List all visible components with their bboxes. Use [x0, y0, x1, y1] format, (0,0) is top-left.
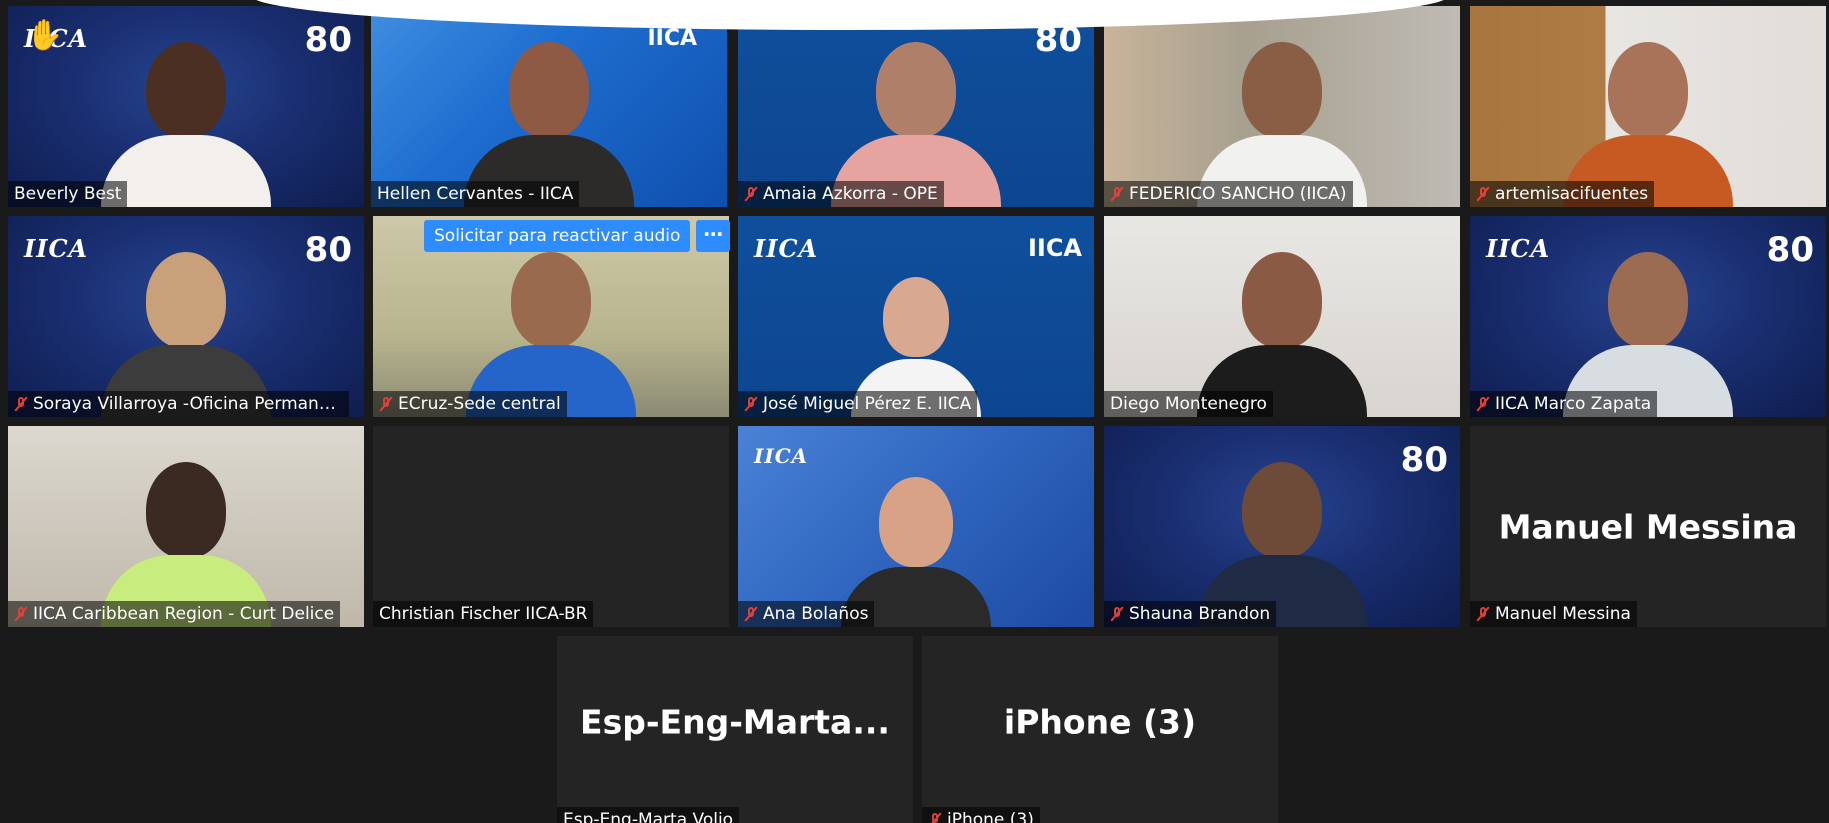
video-tile-amaia-azkorra[interactable]: 80 Amaia Azkorra - OPE [738, 6, 1094, 207]
more-options-button[interactable]: ⋯ [696, 220, 731, 252]
participant-name: Soraya Villarroya -Oficina Permanente pa… [33, 394, 343, 414]
participant-name-label: Shauna Brandon [1104, 601, 1277, 627]
participant-name-label: Christian Fischer IICA-BR [373, 601, 594, 627]
video-tile-beverly-best[interactable]: IICA 80 ✋ Beverly Best [8, 6, 364, 207]
80-anniversary-logo: 80 [1766, 230, 1814, 270]
participant-name-label: Beverly Best [8, 181, 128, 207]
participant-name: Esp-Eng-Marta Volio [563, 810, 734, 823]
video-tile-marco-zapata[interactable]: IICA 80 IICA Marco Zapata [1470, 216, 1826, 417]
participant-name: iPhone (3) [947, 810, 1034, 823]
video-tile-curt-delice[interactable]: IICA Caribbean Region - Curt Delice [8, 426, 364, 627]
participant-name-label: Amaia Azkorra - OPE [738, 181, 944, 207]
80-anniversary-logo: 80 [304, 20, 352, 60]
participant-name: Ana Bolaños [763, 604, 869, 624]
participant-name-label: Ana Bolaños [738, 601, 875, 627]
iica-logo: IICA [647, 26, 697, 51]
muted-microphone-icon [379, 396, 393, 412]
participant-name-label: ECruz-Sede central [373, 391, 567, 417]
participant-name: artemisacifuentes [1495, 184, 1649, 204]
muted-microphone-icon [1110, 186, 1124, 202]
participant-name-label: Soraya Villarroya -Oficina Permanente pa… [8, 391, 349, 417]
video-tile-ana-bolanos[interactable]: IICA Ana Bolaños [738, 426, 1094, 627]
participant-display-name: Manuel Messina [1498, 507, 1798, 546]
camera-off-background [373, 426, 729, 627]
iica-logo: IICA [24, 234, 89, 263]
participant-name: FEDERICO SANCHO (IICA) [1129, 184, 1347, 204]
muted-microphone-icon [1110, 606, 1124, 622]
video-tile-diego-montenegro[interactable]: Diego Montenegro [1104, 216, 1460, 417]
participant-name: Hellen Cervantes - IICA [377, 184, 574, 204]
video-tile-christian-fischer[interactable]: Christian Fischer IICA-BR [373, 426, 729, 627]
participant-name: Manuel Messina [1495, 604, 1631, 624]
participant-name-label: IICA Caribbean Region - Curt Delice [8, 601, 341, 627]
participant-name-label: FEDERICO SANCHO (IICA) [1104, 181, 1353, 207]
participant-name: Diego Montenegro [1110, 394, 1267, 414]
video-tile-iphone-3[interactable]: iPhone (3) iPhone (3) [922, 636, 1278, 823]
participant-name-label: Diego Montenegro [1104, 391, 1273, 417]
video-tile-soraya-villarroya[interactable]: IICA 80 Soraya Villarroya -Oficina Perma… [8, 216, 364, 417]
participant-name: IICA Caribbean Region - Curt Delice [33, 604, 335, 624]
80-anniversary-logo: 80 [304, 230, 352, 270]
participant-display-name: iPhone (3) [1003, 702, 1197, 742]
participant-name: Christian Fischer IICA-BR [379, 604, 588, 624]
video-tile-shauna-brandon[interactable]: 80 Shauna Brandon [1104, 426, 1460, 627]
video-tile-artemisacifuentes[interactable]: artemisacifuentes [1470, 6, 1826, 207]
iica-logo: IICA [754, 444, 809, 468]
muted-microphone-icon [1476, 606, 1490, 622]
muted-microphone-icon [744, 606, 758, 622]
participant-name-label: Manuel Messina [1470, 601, 1637, 627]
participant-name: Beverly Best [14, 184, 122, 204]
video-tile-marta-volio[interactable]: Esp-Eng-Marta... Esp-Eng-Marta Volio [557, 636, 913, 823]
participant-name: Shauna Brandon [1129, 604, 1271, 624]
80-anniversary-logo: 80 [1400, 440, 1448, 480]
muted-microphone-icon [14, 396, 28, 412]
muted-microphone-icon [1476, 396, 1490, 412]
participant-name-label: artemisacifuentes [1470, 181, 1655, 207]
participant-name: ECruz-Sede central [398, 394, 561, 414]
video-tile-hellen-cervantes[interactable]: IICA Hellen Cervantes - IICA [371, 6, 727, 207]
request-unmute-bar: Solicitar para reactivar audio ⋯ [424, 220, 731, 252]
muted-microphone-icon [14, 606, 28, 622]
participant-name-label: iPhone (3) [922, 807, 1040, 823]
video-tile-jose-miguel-perez[interactable]: IICA IICA José Miguel Pérez E. IICA [738, 216, 1094, 417]
participant-name-label: Hellen Cervantes - IICA [371, 181, 580, 207]
video-tile-federico-sancho[interactable]: FEDERICO SANCHO (IICA) [1104, 6, 1460, 207]
raised-hand-icon: ✋ [26, 18, 64, 53]
participant-name: IICA Marco Zapata [1495, 394, 1652, 414]
muted-microphone-icon [744, 186, 758, 202]
muted-microphone-icon [744, 396, 758, 412]
muted-microphone-icon [1476, 186, 1490, 202]
video-tile-manuel-messina[interactable]: Manuel Messina Manuel Messina [1470, 426, 1826, 627]
participant-name-label: José Miguel Pérez E. IICA [738, 391, 978, 417]
iica-logo: IICA [1486, 234, 1551, 263]
request-unmute-button[interactable]: Solicitar para reactivar audio [424, 220, 691, 252]
muted-microphone-icon [928, 812, 942, 823]
participant-name: Amaia Azkorra - OPE [763, 184, 938, 204]
participant-name-label: IICA Marco Zapata [1470, 391, 1658, 417]
iica-logo: IICA [754, 234, 819, 263]
iica-logo-right: IICA [1027, 234, 1082, 262]
participant-name: José Miguel Pérez E. IICA [763, 394, 972, 414]
participant-display-name: Esp-Eng-Marta... [580, 702, 890, 742]
participant-name-label: Esp-Eng-Marta Volio [557, 807, 740, 823]
